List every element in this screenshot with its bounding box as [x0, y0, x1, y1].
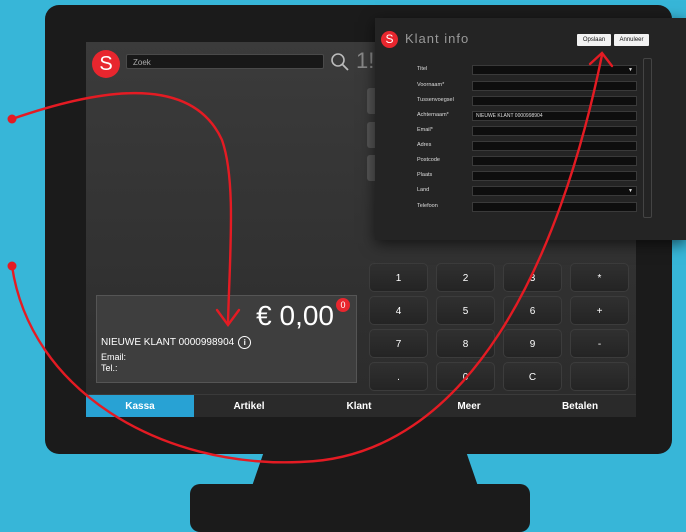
- total-amount: € 0,00: [256, 300, 334, 331]
- field-label-telefoon: Telefoon: [417, 203, 438, 209]
- chevron-down-icon: ▼: [628, 67, 633, 73]
- key-6[interactable]: 6: [503, 296, 562, 325]
- key-minus[interactable]: -: [570, 329, 629, 358]
- cancel-button[interactable]: Annuleer: [614, 34, 649, 46]
- titel-select[interactable]: ▼: [472, 65, 637, 75]
- field-label-plaats: Plaats: [417, 172, 433, 178]
- key-9[interactable]: 9: [503, 329, 562, 358]
- dialog-title: Klant info: [405, 31, 470, 46]
- search-icon[interactable]: [329, 51, 351, 73]
- dialog-logo: S: [381, 31, 398, 48]
- key-5[interactable]: 5: [436, 296, 495, 325]
- tab-klant[interactable]: Klant: [304, 395, 414, 417]
- arrow-start-dot-2: [7, 261, 17, 271]
- customer-tel: Tel.:: [101, 363, 118, 373]
- customer-email: Email:: [101, 352, 127, 362]
- voornaam-input[interactable]: [472, 81, 637, 91]
- info-icon[interactable]: i: [238, 336, 252, 349]
- key-1[interactable]: 1: [369, 263, 428, 292]
- customer-info-dialog: S Klant info Opslaan Annuleer Titel ▼ Vo…: [375, 18, 686, 240]
- customer-name-text: NIEUWE KLANT 0000998904: [101, 337, 235, 349]
- key-2[interactable]: 2: [436, 263, 495, 292]
- field-label-postcode: Postcode: [417, 157, 440, 163]
- field-label-achternaam: Achternaam*: [417, 112, 449, 118]
- header-fragment-text: 1!: [356, 48, 375, 73]
- bottom-tab-bar: Kassa Artikel Klant Meer Betalen: [86, 394, 636, 417]
- tussenvoegsel-input[interactable]: [472, 96, 637, 106]
- adres-input[interactable]: [472, 141, 637, 151]
- total-panel: € 0,00 0 NIEUWE KLANT 0000998904 i Email:…: [96, 295, 357, 383]
- arrow-start-dot-1: [7, 114, 17, 124]
- field-label-voornaam: Voornaam*: [417, 82, 445, 88]
- field-label-land: Land: [417, 187, 430, 193]
- plaats-input[interactable]: [472, 171, 637, 181]
- land-select[interactable]: ▼: [472, 186, 637, 196]
- amount-badge: 0: [336, 298, 350, 312]
- dialog-scrollbar[interactable]: [643, 58, 652, 218]
- key-multiply[interactable]: *: [570, 263, 629, 292]
- achternaam-input[interactable]: NIEUWE KLANT 0000998904: [472, 111, 637, 121]
- save-button[interactable]: Opslaan: [577, 34, 611, 46]
- chevron-down-icon: ▼: [628, 188, 633, 194]
- field-label-titel: Titel: [417, 66, 428, 72]
- postcode-input[interactable]: [472, 156, 637, 166]
- key-blank[interactable]: [570, 362, 629, 391]
- key-8[interactable]: 8: [436, 329, 495, 358]
- tab-artikel[interactable]: Artikel: [194, 395, 304, 417]
- field-label-email: Email*: [417, 127, 433, 133]
- key-7[interactable]: 7: [369, 329, 428, 358]
- app-logo: S: [92, 50, 120, 78]
- telefoon-input[interactable]: [472, 202, 637, 212]
- key-clear[interactable]: C: [503, 362, 562, 391]
- key-plus[interactable]: +: [570, 296, 629, 325]
- tab-meer[interactable]: Meer: [414, 395, 524, 417]
- tab-kassa[interactable]: Kassa: [86, 395, 194, 417]
- customer-name: NIEUWE KLANT 0000998904 i: [101, 336, 252, 349]
- field-label-adres: Adres: [417, 142, 432, 148]
- key-3[interactable]: 3: [503, 263, 562, 292]
- key-4[interactable]: 4: [369, 296, 428, 325]
- key-decimal[interactable]: .: [369, 362, 428, 391]
- field-label-tussenvoegsel: Tussenvoegsel: [417, 97, 454, 103]
- tab-betalen[interactable]: Betalen: [524, 395, 636, 417]
- monitor-base: [190, 484, 530, 532]
- key-0[interactable]: 0: [436, 362, 495, 391]
- search-input[interactable]: Zoek: [126, 54, 324, 69]
- email-input[interactable]: [472, 126, 637, 136]
- keypad: 1 2 3 * 4 5 6 + 7 8 9 - . 0 C: [369, 263, 631, 392]
